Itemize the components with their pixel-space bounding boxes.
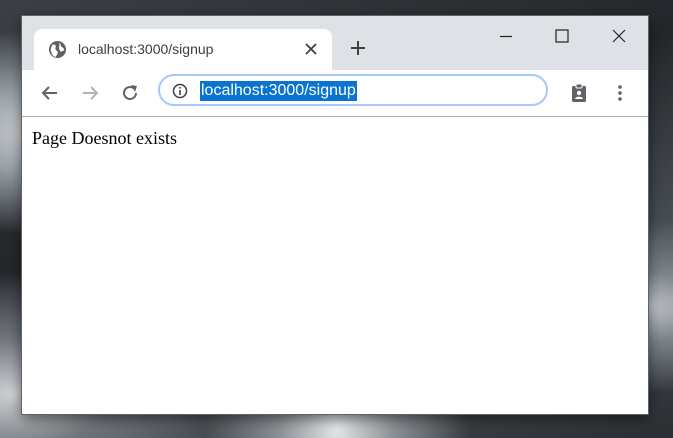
- browser-window: localhost:3000/signup localhost:3000/sig…: [22, 16, 648, 414]
- page-content: Page Doesnot exists: [22, 117, 648, 414]
- address-bar[interactable]: localhost:3000/signup: [158, 74, 548, 106]
- info-icon[interactable]: [172, 83, 188, 99]
- back-arrow-icon[interactable]: [40, 83, 60, 103]
- reload-icon[interactable]: [120, 83, 140, 103]
- browser-toolbar: localhost:3000/signup: [22, 70, 648, 117]
- minimize-icon[interactable]: [496, 26, 516, 46]
- close-tab-icon[interactable]: [304, 42, 318, 56]
- maximize-icon[interactable]: [552, 26, 572, 46]
- globe-icon: [48, 40, 67, 59]
- tab-title: localhost:3000/signup: [78, 41, 214, 57]
- close-window-icon[interactable]: [609, 26, 629, 46]
- title-bar: localhost:3000/signup: [22, 16, 648, 70]
- new-tab-icon[interactable]: [350, 40, 366, 56]
- more-menu-icon[interactable]: [610, 83, 630, 103]
- page-message: Page Doesnot exists: [32, 128, 177, 148]
- address-input[interactable]: localhost:3000/signup: [200, 81, 357, 101]
- clipboard-icon[interactable]: [569, 83, 589, 103]
- tab-active[interactable]: localhost:3000/signup: [34, 29, 332, 70]
- forward-arrow-icon[interactable]: [80, 83, 100, 103]
